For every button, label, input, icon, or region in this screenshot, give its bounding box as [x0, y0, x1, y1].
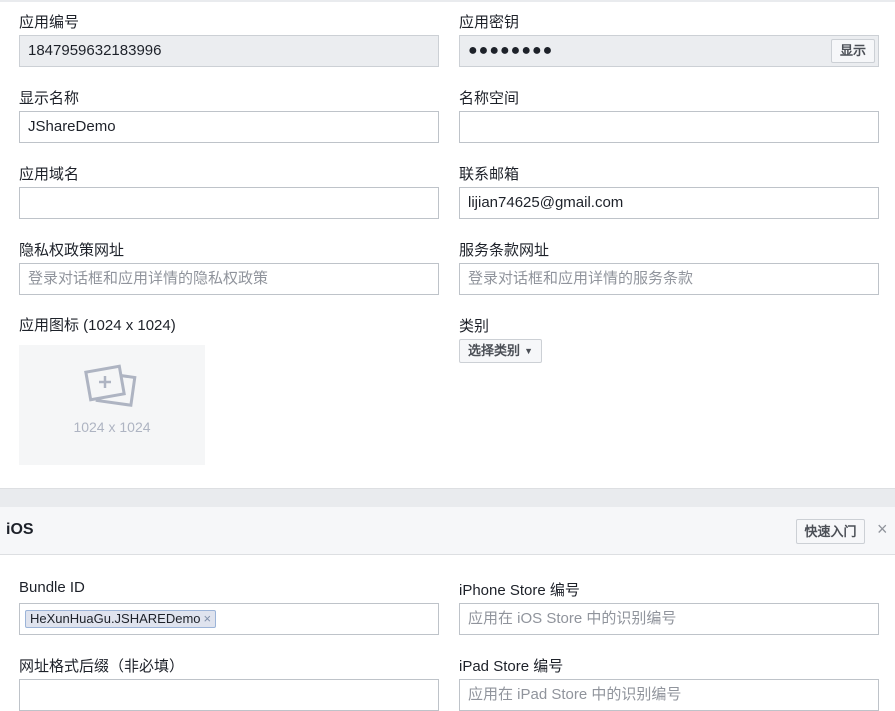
category-select-button[interactable]: 选择类别 ▼: [459, 339, 542, 363]
terms-url-label: 服务条款网址: [459, 242, 550, 259]
app-icon-upload[interactable]: 1024 x 1024: [19, 345, 205, 465]
display-name-label: 显示名称: [19, 90, 80, 107]
ipad-store-placeholder: 应用在 iPad Store 中的识别编号: [468, 686, 682, 703]
bundle-id-label: Bundle ID: [19, 579, 85, 596]
privacy-url-input[interactable]: 登录对话框和应用详情的隐私权政策: [19, 263, 439, 295]
app-secret-label: 应用密钥: [459, 14, 520, 31]
show-secret-button[interactable]: 显示: [831, 39, 875, 63]
display-name-input[interactable]: JShareDemo: [19, 111, 439, 143]
app-domain-input[interactable]: [19, 187, 439, 219]
contact-email-value: lijian74625@gmail.com: [468, 194, 624, 211]
image-placeholder-icon: [84, 364, 137, 407]
namespace-label: 名称空间: [459, 90, 520, 107]
iphone-store-placeholder: 应用在 iOS Store 中的识别编号: [468, 610, 677, 627]
iphone-store-input[interactable]: 应用在 iOS Store 中的识别编号: [459, 603, 879, 635]
terms-url-placeholder: 登录对话框和应用详情的服务条款: [468, 270, 694, 287]
app-id-field: 1847959632183996: [19, 35, 439, 67]
app-id-value: 1847959632183996: [28, 42, 162, 59]
remove-tag-icon[interactable]: ×: [204, 611, 212, 626]
ios-section-header: iOS 快速入门 ×: [0, 507, 895, 555]
category-label: 类别: [459, 318, 490, 335]
quick-start-button[interactable]: 快速入门: [796, 519, 865, 544]
bundle-id-tag: HeXunHuaGu.JSHAREDemo ×: [25, 610, 217, 628]
section-separator: [0, 488, 895, 507]
ipad-store-label: iPad Store 编号: [459, 658, 564, 675]
app-icon-label: 应用图标 (1024 x 1024): [19, 317, 176, 334]
chevron-down-icon: ▼: [524, 346, 533, 356]
app-secret-field: ●●●●●●●●: [459, 35, 879, 67]
bundle-id-input[interactable]: HeXunHuaGu.JSHAREDemo ×: [19, 603, 439, 635]
app-id-label: 应用编号: [19, 14, 80, 31]
app-secret-value: ●●●●●●●●: [468, 42, 554, 59]
top-divider: [0, 0, 895, 2]
display-name-value: JShareDemo: [28, 118, 116, 135]
ios-section-title: iOS: [6, 521, 34, 538]
bundle-id-tag-label: HeXunHuaGu.JSHAREDemo: [30, 611, 201, 626]
close-section-icon[interactable]: ×: [877, 519, 888, 540]
terms-url-input[interactable]: 登录对话框和应用详情的服务条款: [459, 263, 879, 295]
contact-email-label: 联系邮箱: [459, 166, 520, 183]
privacy-url-label: 隐私权政策网址: [19, 242, 125, 259]
privacy-url-placeholder: 登录对话框和应用详情的隐私权政策: [28, 270, 269, 287]
app-domain-label: 应用域名: [19, 166, 80, 183]
app-icon-size-text: 1024 x 1024: [73, 419, 151, 435]
url-suffix-input[interactable]: [19, 679, 439, 711]
category-button-label: 选择类别: [468, 343, 521, 358]
iphone-store-label: iPhone Store 编号: [459, 582, 580, 599]
namespace-input[interactable]: [459, 111, 879, 143]
contact-email-input[interactable]: lijian74625@gmail.com: [459, 187, 879, 219]
url-suffix-label: 网址格式后缀（非必填）: [19, 658, 185, 675]
ipad-store-input[interactable]: 应用在 iPad Store 中的识别编号: [459, 679, 879, 711]
